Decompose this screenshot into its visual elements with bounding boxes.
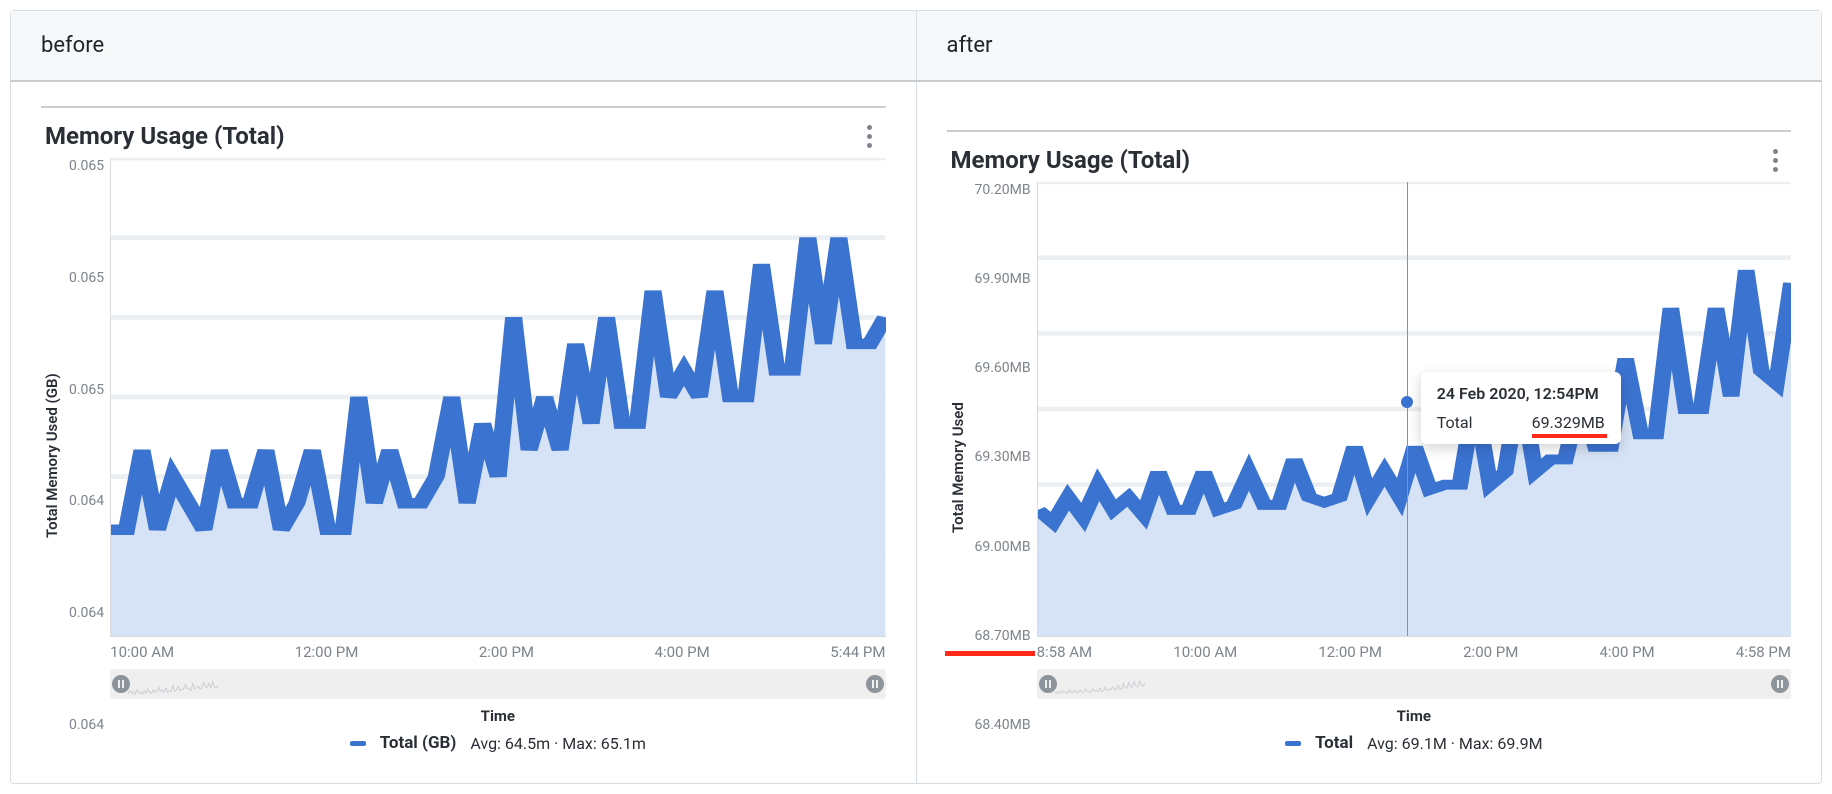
column-header-before: before — [11, 11, 917, 80]
chart-legend: Total (GB) Avg: 64.5m · Max: 65.1m — [110, 733, 885, 753]
x-tick: 4:00 PM — [1599, 643, 1654, 661]
legend-swatch — [1285, 741, 1301, 746]
y-tick: 0.064 — [69, 605, 104, 621]
x-tick: 10:00 AM — [110, 643, 174, 661]
legend-series-stats: Avg: 69.1M · Max: 69.9M — [1367, 734, 1542, 753]
more-icon[interactable] — [1763, 149, 1787, 172]
y-tick: 68.70MB — [975, 628, 1031, 644]
x-axis-label: Time — [110, 707, 885, 725]
more-icon[interactable] — [858, 125, 882, 148]
chart-panel-after: Memory Usage (Total) Total Memory Used 7… — [947, 130, 1792, 753]
tooltip-title: 24 Feb 2020, 12:54PM — [1437, 384, 1605, 403]
y-tick: 0.065 — [69, 270, 104, 286]
chart-hover-point — [1401, 396, 1413, 408]
chart-hover-line — [1407, 182, 1408, 636]
y-tick: 0.065 — [69, 382, 104, 398]
x-tick: 5:44 PM — [830, 643, 885, 661]
y-tick: 0.064 — [69, 493, 104, 509]
x-tick: 2:00 PM — [479, 643, 534, 661]
chart-panel-before: Memory Usage (Total) Total Memory Used (… — [41, 106, 886, 753]
legend-series-name: Total — [1315, 733, 1353, 753]
tooltip-series-label: Total — [1437, 413, 1473, 432]
y-tick: 69.00MB — [975, 539, 1031, 555]
x-axis-ticks: 8:58 AM 10:00 AM 12:00 PM 2:00 PM 4:00 P… — [1037, 637, 1791, 661]
x-tick: 8:58 AM — [1037, 643, 1093, 661]
comparison-table: before after Memory Usage (Total) Total … — [10, 10, 1822, 784]
y-tick: 69.90MB — [975, 271, 1031, 287]
y-axis-label: Total Memory Used — [947, 182, 969, 753]
column-header-after: after — [917, 11, 1822, 80]
x-tick: 12:00 PM — [295, 643, 359, 661]
x-tick: 4:00 PM — [655, 643, 710, 661]
y-tick: 0.064 — [69, 717, 104, 733]
time-scrubber[interactable] — [1037, 669, 1791, 699]
chart-title: Memory Usage (Total) — [951, 146, 1191, 174]
y-axis-ticks: 70.20MB 69.90MB 69.60MB 69.30MB 69.00MB … — [969, 182, 1037, 753]
chart-legend: Total Avg: 69.1M · Max: 69.9M — [1037, 733, 1791, 753]
y-tick: 69.60MB — [975, 360, 1031, 376]
chart-title: Memory Usage (Total) — [45, 122, 285, 150]
legend-series-stats: Avg: 64.5m · Max: 65.1m — [470, 734, 646, 753]
annotation-underline — [1532, 434, 1607, 438]
scrubber-handle-right[interactable] — [1771, 675, 1789, 693]
time-scrubber[interactable] — [110, 669, 885, 699]
y-tick: 70.20MB — [975, 182, 1031, 198]
cell-before: Memory Usage (Total) Total Memory Used (… — [11, 82, 917, 783]
y-axis-ticks: 0.065 0.065 0.065 0.064 0.064 0.064 — [63, 158, 110, 753]
x-tick: 10:00 AM — [1173, 643, 1237, 661]
cell-after: Memory Usage (Total) Total Memory Used 7… — [917, 82, 1822, 783]
chart-plot-area[interactable] — [110, 158, 885, 637]
tooltip-series-value: 69.329MB — [1532, 413, 1605, 432]
x-axis-label: Time — [1037, 707, 1791, 725]
table-header-row: before after — [11, 11, 1821, 82]
x-tick: 2:00 PM — [1463, 643, 1518, 661]
y-tick: 68.40MB — [975, 717, 1031, 733]
legend-swatch — [350, 741, 366, 746]
chart-plot-area[interactable]: 24 Feb 2020, 12:54PM Total 69.329MB — [1037, 182, 1791, 637]
y-tick: 69.30MB — [975, 449, 1031, 465]
x-axis-ticks: 10:00 AM 12:00 PM 2:00 PM 4:00 PM 5:44 P… — [110, 637, 885, 661]
x-tick: 4:58 PM — [1736, 643, 1791, 661]
x-tick: 12:00 PM — [1318, 643, 1382, 661]
chart-tooltip: 24 Feb 2020, 12:54PM Total 69.329MB — [1421, 372, 1621, 444]
legend-series-name: Total (GB) — [380, 733, 457, 753]
annotation-underline — [945, 651, 1035, 656]
scrubber-handle-right[interactable] — [866, 675, 884, 693]
y-tick: 0.065 — [69, 158, 104, 174]
y-axis-label: Total Memory Used (GB) — [41, 158, 63, 753]
